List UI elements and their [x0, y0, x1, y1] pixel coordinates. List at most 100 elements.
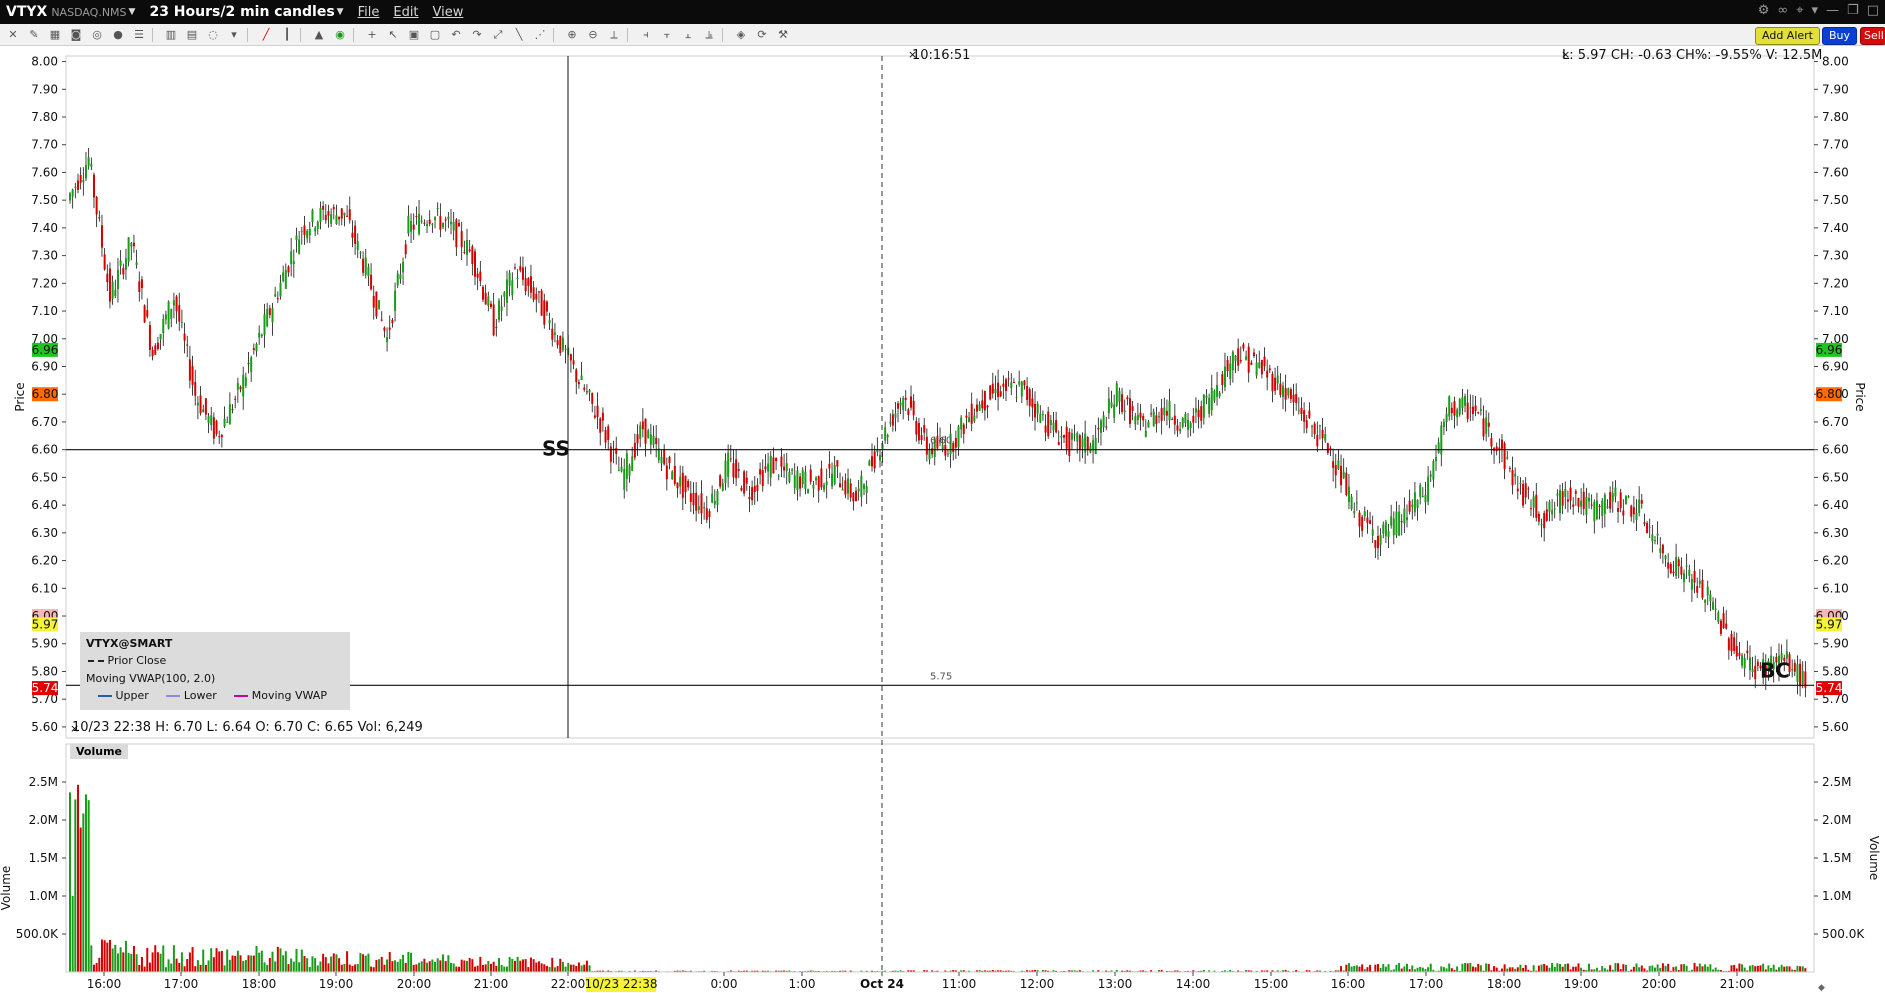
maximize-icon[interactable]: □	[1867, 3, 1879, 18]
candle-body	[839, 483, 842, 488]
candle-body	[1334, 464, 1337, 476]
candle-body	[1500, 439, 1503, 449]
dropdown-icon[interactable]: ▾	[1812, 3, 1819, 18]
eye-icon[interactable]: ◈	[733, 27, 749, 43]
symbol-label[interactable]: VTYX	[6, 4, 47, 20]
volume-bar	[410, 952, 413, 972]
candle-body	[330, 214, 333, 224]
candle-body	[505, 279, 508, 303]
candle-body	[521, 267, 524, 280]
bar-chart-icon[interactable]: ▥	[163, 27, 179, 43]
refresh-icon[interactable]: ◉	[332, 27, 348, 43]
sync-icon[interactable]: ⟳	[754, 27, 770, 43]
chart-overlay: 6.605.75× ××SSBC◆	[66, 48, 1825, 993]
zoom-out-icon[interactable]: ⊖	[585, 27, 601, 43]
pan-icon[interactable]: ▣	[406, 27, 422, 43]
mountain-icon[interactable]: ▲	[311, 27, 327, 43]
price-tick-label-right: 6.20	[1822, 554, 1849, 568]
candle-body	[82, 180, 85, 183]
candle-body	[1303, 410, 1306, 422]
pin-icon[interactable]: ⌖	[1796, 3, 1803, 18]
volume-bar	[476, 965, 479, 972]
draw-line-icon[interactable]: ╱	[258, 27, 274, 43]
candle-body	[1403, 508, 1406, 524]
trend-icon[interactable]: ╲	[511, 27, 527, 43]
candle-body	[1522, 484, 1525, 506]
sell-button[interactable]: Sell	[1860, 27, 1885, 45]
price-chart[interactable]: 8.00 8.00 7.90 7.90 7.80 7.80 7.70 7.70 7.60 7.60…	[0, 46, 1885, 993]
price-badge-label: 5.74	[32, 681, 59, 695]
volume-bar	[218, 951, 221, 972]
volume-bar	[316, 965, 319, 972]
menu-view[interactable]: View	[433, 5, 464, 20]
candle-body	[1078, 435, 1081, 450]
circle-icon[interactable]: ●	[110, 27, 126, 43]
candle-body	[519, 266, 522, 271]
ruler-icon[interactable]: ⟂	[606, 27, 622, 43]
candle-body	[218, 436, 221, 438]
wrench-icon[interactable]: ⚒	[775, 27, 791, 43]
gear-icon[interactable]: ⚙	[1758, 3, 1770, 18]
resize-handle-icon[interactable]: ◆	[1818, 983, 1825, 993]
chevron-down-icon[interactable]: ▾	[226, 27, 242, 43]
plus-icon[interactable]: +	[364, 27, 380, 43]
time-tick-label: 16:00	[87, 977, 122, 991]
candle-body	[1218, 392, 1221, 397]
layout-icon[interactable]: ▤	[184, 27, 200, 43]
candle-body	[258, 332, 261, 338]
buy-button[interactable]: Buy	[1822, 27, 1858, 45]
candle-icon[interactable]: ┃	[279, 27, 295, 43]
undo-icon[interactable]: ↶	[448, 27, 464, 43]
link-icon[interactable]: ∞	[1777, 3, 1788, 18]
pencil-icon[interactable]: ✎	[26, 27, 42, 43]
candle-body	[1390, 516, 1393, 526]
candle-body	[828, 463, 831, 469]
candle-body	[1313, 423, 1316, 435]
candle-body	[71, 189, 74, 197]
align-center-icon[interactable]: ⫟	[659, 27, 675, 43]
redo-icon[interactable]: ↷	[469, 27, 485, 43]
candle-body	[268, 308, 271, 315]
zoom-icon[interactable]: ◎	[89, 27, 105, 43]
align-left-icon[interactable]: ⫞	[638, 27, 654, 43]
candle-body	[346, 215, 349, 217]
candle-body	[1237, 348, 1240, 366]
candle-body	[1598, 506, 1601, 508]
volume-bar	[220, 951, 223, 972]
list-icon[interactable]: ☰	[131, 27, 147, 43]
volume-bar	[263, 962, 266, 972]
candle-body	[1274, 377, 1277, 391]
volume-bar	[1580, 967, 1583, 972]
menu-file[interactable]: File	[358, 5, 380, 20]
zoom-in-icon[interactable]: ⊕	[564, 27, 580, 43]
grid-icon[interactable]: ▦	[47, 27, 63, 43]
volume-bar	[1762, 963, 1765, 972]
distribute-icon[interactable]: ⫡	[701, 27, 717, 43]
minimize-icon[interactable]: —	[1826, 3, 1839, 18]
zoom-box-icon[interactable]: ▢	[427, 27, 443, 43]
align-right-icon[interactable]: ⫠	[680, 27, 696, 43]
volume-bar	[402, 954, 405, 972]
symbol-dropdown-icon[interactable]: ▼	[129, 7, 136, 17]
candle-body	[1376, 535, 1379, 549]
menu-edit[interactable]: Edit	[393, 5, 418, 20]
candle-body	[1442, 421, 1445, 428]
candle-body	[954, 437, 957, 448]
price-tick-label-right: 7.40	[1822, 221, 1849, 235]
fit-icon[interactable]: ⤢	[490, 27, 506, 43]
study-legend[interactable]: VTYX@SMART Prior Close Moving VWAP(100, …	[80, 632, 350, 710]
crosshair-icon[interactable]: ✕	[5, 27, 21, 43]
fan-icon[interactable]: ⋰	[532, 27, 548, 43]
select-icon[interactable]: ↖	[385, 27, 401, 43]
period-dropdown-icon[interactable]: ▼	[337, 7, 344, 17]
candle-body	[87, 157, 90, 166]
candle-body	[737, 468, 740, 471]
period-label[interactable]: 23 Hours/2 min candles	[149, 4, 334, 20]
volume-bar	[370, 966, 373, 972]
volume-bar	[399, 959, 402, 972]
restore-icon[interactable]: ❐	[1847, 3, 1859, 18]
candle-body	[279, 282, 282, 297]
camera-icon[interactable]: ◙	[68, 27, 84, 43]
dot-icon[interactable]: ◌	[205, 27, 221, 43]
add-alert-button[interactable]: Add Alert	[1755, 27, 1820, 45]
